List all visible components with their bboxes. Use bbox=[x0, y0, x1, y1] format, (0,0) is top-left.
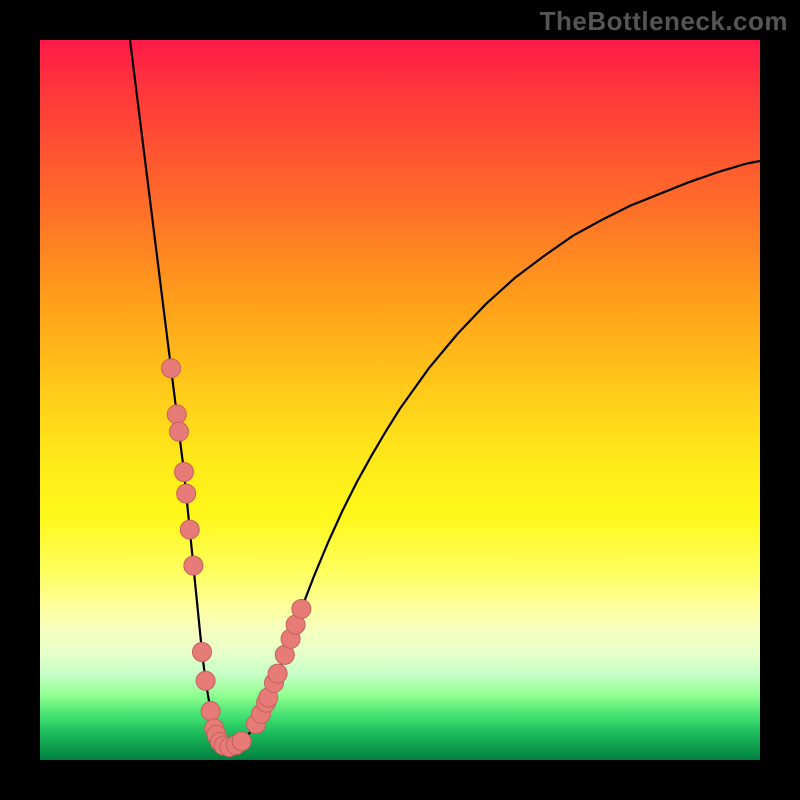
watermark-text: TheBottleneck.com bbox=[540, 6, 788, 37]
curve-marker bbox=[169, 422, 188, 441]
curve-marker bbox=[184, 556, 203, 575]
plot-area bbox=[40, 40, 760, 760]
curve-marker bbox=[180, 520, 199, 539]
curve-marker bbox=[292, 599, 311, 618]
curve-marker bbox=[177, 484, 196, 503]
curve-marker bbox=[201, 702, 220, 721]
curve-marker bbox=[268, 664, 287, 683]
curve-marker bbox=[196, 671, 215, 690]
curve-marker bbox=[175, 463, 194, 482]
curve-marker bbox=[232, 732, 251, 751]
curve-marker bbox=[167, 405, 186, 424]
curve-marker bbox=[162, 359, 181, 378]
curve-marker bbox=[193, 643, 212, 662]
chart-svg bbox=[40, 40, 760, 760]
curve-line bbox=[130, 40, 760, 747]
curve-markers bbox=[162, 359, 311, 757]
chart-container: TheBottleneck.com bbox=[0, 0, 800, 800]
